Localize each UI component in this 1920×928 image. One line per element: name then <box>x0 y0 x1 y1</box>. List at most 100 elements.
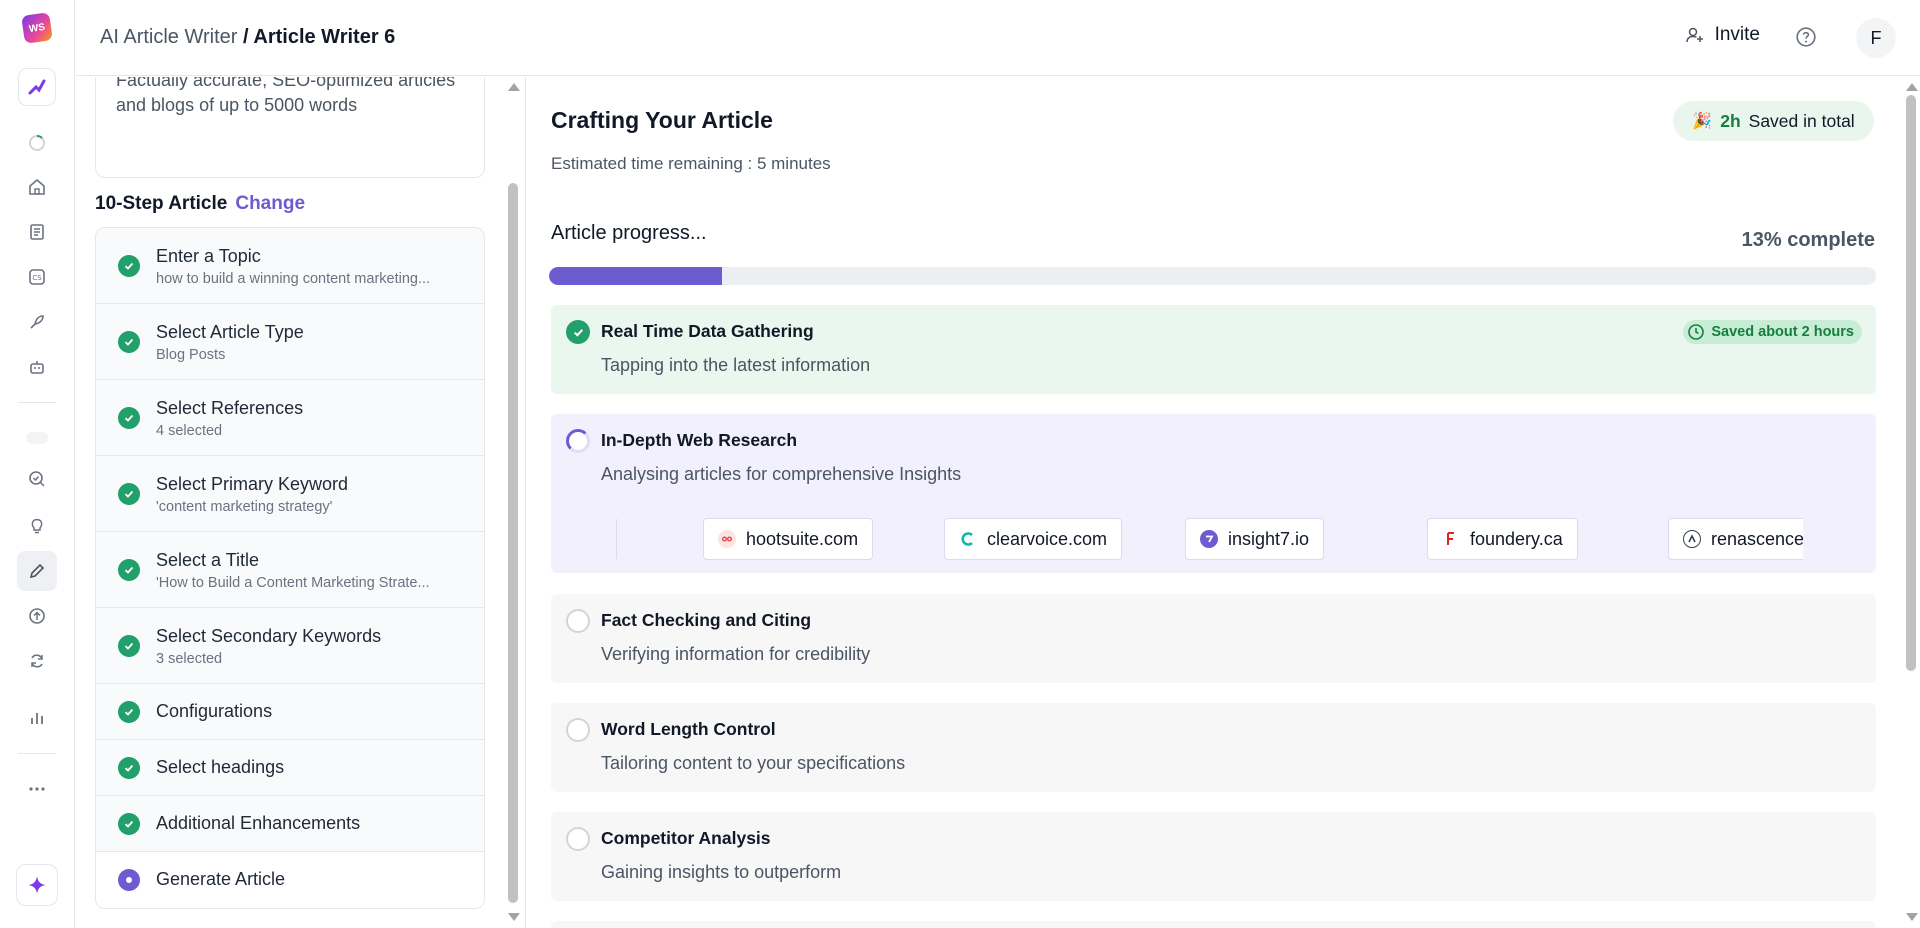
step-references[interactable]: Select References 4 selected <box>96 380 484 456</box>
pending-circle-icon <box>566 718 590 742</box>
rail-divider <box>18 402 56 403</box>
step-secondary-keywords[interactable]: Select Secondary Keywords 3 selected <box>96 608 484 684</box>
upload-icon[interactable] <box>26 605 48 627</box>
app-logo[interactable]: WS <box>21 12 53 44</box>
check-circle-icon <box>118 813 140 835</box>
saved-label: Saved in total <box>1748 110 1855 131</box>
workspace-button[interactable] <box>18 68 56 106</box>
step-subtitle: 4 selected <box>156 423 223 439</box>
search-check-icon[interactable] <box>26 468 48 490</box>
task-word-length: Word Length Control Tailoring content to… <box>551 703 1876 792</box>
step-generate-article[interactable]: Generate Article <box>96 852 484 908</box>
home-icon[interactable] <box>26 176 48 198</box>
task-data-gathering: Real Time Data Gathering Tapping into th… <box>551 305 1876 394</box>
step-enter-topic[interactable]: Enter a Topic how to build a winning con… <box>96 228 484 304</box>
step-enhancements[interactable]: Additional Enhancements <box>96 796 484 852</box>
task-subtitle: Tailoring content to your specifications <box>601 753 906 773</box>
task-title: Fact Checking and Citing <box>601 610 812 630</box>
task-subtitle: Gaining insights to outperform <box>601 862 842 882</box>
progress-percent: 13% complete <box>1741 229 1875 251</box>
breadcrumb-parent[interactable]: AI Article Writer <box>100 26 237 48</box>
scroll-thumb[interactable] <box>1906 95 1916 671</box>
task-subtitle: Tapping into the latest information <box>601 355 871 375</box>
saved-time-text: Saved about 2 hours <box>1711 324 1854 340</box>
step-subtitle: 'How to Build a Content Marketing Strate… <box>156 575 430 591</box>
lightbulb-icon[interactable] <box>26 514 48 536</box>
task-title: Word Length Control <box>601 719 776 739</box>
more-icon[interactable] <box>26 778 48 800</box>
insight7-logo-icon <box>1200 530 1218 548</box>
source-name: renascence <box>1711 528 1803 549</box>
steps-title: 10-Step Article <box>95 193 228 214</box>
steps-panel: Factually accurate, SEO-optimized articl… <box>76 77 524 928</box>
step-title: Enter a Topic <box>156 246 261 266</box>
owl-logo-icon <box>718 530 736 548</box>
source-name: foundery.ca <box>1470 528 1563 549</box>
documents-icon[interactable] <box>26 221 48 243</box>
step-title: Select headings <box>156 757 285 777</box>
saved-time-chip: Saved about 2 hours <box>1683 320 1862 344</box>
step-primary-keyword[interactable]: Select Primary Keyword 'content marketin… <box>96 456 484 532</box>
rail-divider <box>18 753 56 754</box>
svg-text:CS: CS <box>32 274 42 282</box>
invite-button[interactable]: Invite <box>1685 24 1760 46</box>
ai-assistant-button[interactable] <box>16 864 58 906</box>
placeholder-pill <box>26 432 48 444</box>
pencil-icon[interactable] <box>26 560 48 582</box>
clearvoice-logo-icon <box>959 530 977 548</box>
source-chip[interactable]: hootsuite.com <box>703 518 874 560</box>
source-chip[interactable]: clearvoice.com <box>944 518 1123 560</box>
check-circle-icon <box>118 757 140 779</box>
main-content: Crafting Your Article Estimated time rem… <box>525 77 1920 928</box>
step-title: Additional Enhancements <box>156 813 361 833</box>
source-chip[interactable]: renascence <box>1668 518 1803 560</box>
step-article-type[interactable]: Select Article Type Blog Posts <box>96 304 484 380</box>
change-link[interactable]: Change <box>235 193 305 214</box>
refresh-icon[interactable] <box>26 650 48 672</box>
scroll-up-arrow[interactable] <box>508 83 520 91</box>
source-name: hootsuite.com <box>746 528 859 549</box>
scroll-up-arrow[interactable] <box>1906 83 1918 91</box>
source-list: hootsuite.com clearvoice.com insight7.io… <box>616 516 1803 562</box>
step-title: Select References <box>156 398 304 418</box>
scroll-down-arrow[interactable] <box>508 913 520 921</box>
spinner-icon <box>566 429 590 453</box>
task-title: In-Depth Web Research <box>601 430 798 450</box>
step-title-select[interactable]: Select a Title 'How to Build a Content M… <box>96 532 484 608</box>
task-next-peek <box>551 921 1876 928</box>
step-configurations[interactable]: Configurations <box>96 684 484 740</box>
source-name: insight7.io <box>1228 528 1310 549</box>
steps-heading: 10-Step Article Change <box>95 193 305 215</box>
task-title: Real Time Data Gathering <box>601 321 814 341</box>
step-headings[interactable]: Select headings <box>96 740 484 796</box>
top-header: AI Article Writer / Article Writer 6 Inv… <box>76 0 1920 76</box>
left-scrollbar[interactable] <box>508 77 520 928</box>
saved-total-badge: 🎉 2h Saved in total <box>1673 101 1874 141</box>
check-circle-icon <box>118 559 140 581</box>
source-chip[interactable]: foundery.ca <box>1427 518 1578 560</box>
progress-bar <box>549 267 1876 285</box>
step-subtitle: Blog Posts <box>156 347 226 363</box>
source-chip[interactable]: insight7.io <box>1185 518 1325 560</box>
saved-hours: 2h <box>1720 110 1741 131</box>
progress-fill <box>549 267 722 285</box>
step-title: Generate Article <box>156 869 286 889</box>
task-subtitle: Analysing articles for comprehensive Ins… <box>601 464 962 484</box>
step-subtitle: how to build a winning content marketing… <box>156 271 431 287</box>
scroll-thumb[interactable] <box>508 183 518 903</box>
task-title: Competitor Analysis <box>601 828 771 848</box>
main-scrollbar[interactable] <box>1906 77 1918 928</box>
renascence-logo-icon <box>1683 530 1701 548</box>
check-circle-icon <box>118 255 140 277</box>
scroll-down-arrow[interactable] <box>1906 913 1918 921</box>
check-circle-icon <box>118 635 140 657</box>
bar-chart-icon[interactable] <box>26 707 48 729</box>
help-icon[interactable] <box>1795 26 1817 48</box>
add-user-icon <box>1685 27 1703 43</box>
cs-icon[interactable]: CS <box>26 266 48 288</box>
step-subtitle: 3 selected <box>156 651 223 667</box>
avatar[interactable]: F <box>1856 18 1896 58</box>
pen-nib-icon[interactable] <box>26 311 48 333</box>
bot-icon[interactable] <box>26 356 48 378</box>
check-circle-icon <box>118 407 140 429</box>
